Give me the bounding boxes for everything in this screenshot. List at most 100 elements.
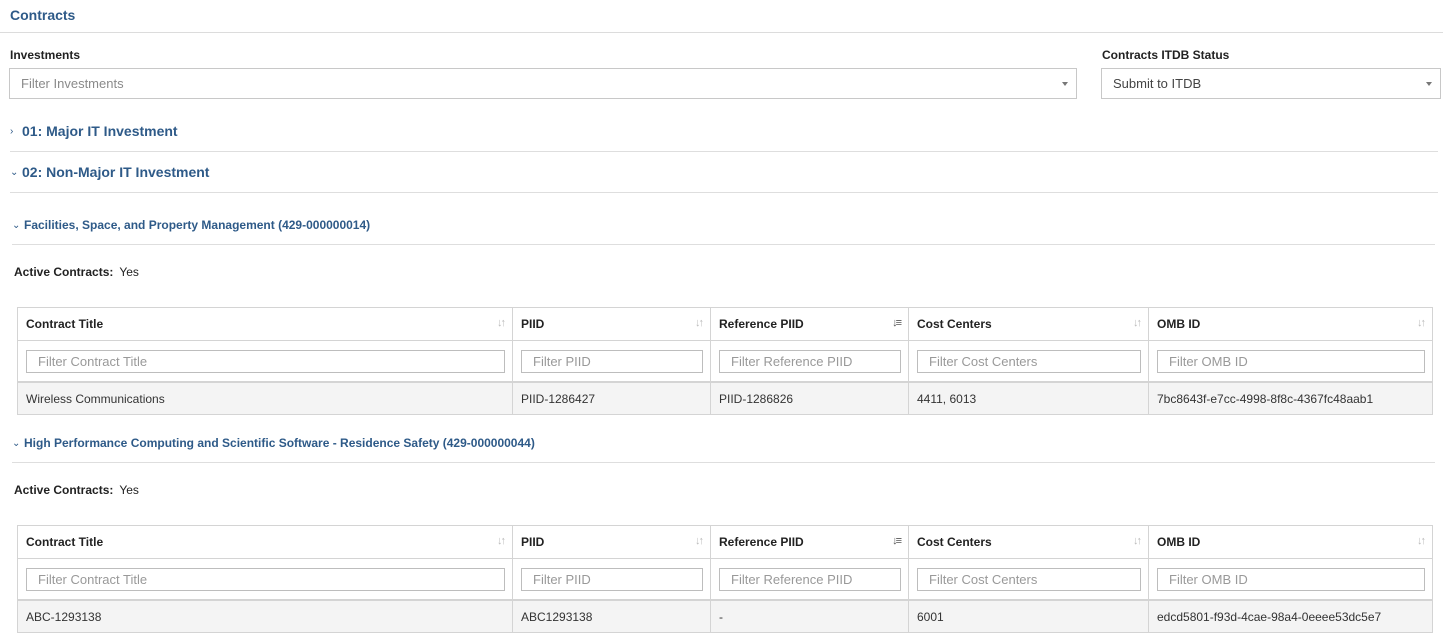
group-label: 01: Major IT Investment xyxy=(22,123,178,139)
column-header-reference-piid[interactable]: Reference PIID ↓≡ xyxy=(711,308,909,340)
sort-icon[interactable]: ↓↑ xyxy=(1133,535,1142,547)
filter-omb-id-input[interactable] xyxy=(1157,567,1425,591)
column-label: Reference PIID xyxy=(719,535,804,549)
sort-descending-icon[interactable]: ↓≡ xyxy=(892,535,902,547)
cell-omb-id: 7bc8643f-e7cc-4998-8f8c-4367fc48aab1 xyxy=(1149,383,1432,414)
filter-cell xyxy=(1149,341,1432,381)
filter-contract-title-input[interactable] xyxy=(26,567,505,591)
status-select[interactable]: Submit to ITDB xyxy=(1101,68,1441,99)
chevron-down-icon xyxy=(1426,82,1432,86)
filter-cell xyxy=(711,559,909,599)
section-facilities[interactable]: ⌄ Facilities, Space, and Property Manage… xyxy=(12,218,370,232)
chevron-down-icon: ⌄ xyxy=(10,166,19,178)
cell-contract-title: Wireless Communications xyxy=(18,383,513,414)
investments-filter-select[interactable]: Filter Investments xyxy=(9,68,1077,99)
cell-reference-piid: PIID-1286826 xyxy=(711,383,909,414)
filter-reference-piid-input[interactable] xyxy=(719,567,901,591)
group-label: 02: Non-Major IT Investment xyxy=(22,164,210,180)
table-filter-row xyxy=(18,558,1432,601)
page-title: Contracts xyxy=(10,7,76,23)
column-header-omb-id[interactable]: OMB ID ↓↑ xyxy=(1149,308,1432,340)
column-header-contract-title[interactable]: Contract Title ↓↑ xyxy=(18,526,513,558)
filter-cell xyxy=(18,341,513,381)
column-label: Contract Title xyxy=(26,317,104,331)
status-label: Contracts ITDB Status xyxy=(1102,48,1230,62)
column-label: Contract Title xyxy=(26,535,104,549)
column-label: OMB ID xyxy=(1157,535,1201,549)
sort-icon[interactable]: ↓↑ xyxy=(695,317,704,329)
table-header-row: Contract Title ↓↑ PIID ↓↑ Reference PIID ↓≡… xyxy=(18,308,1432,340)
filter-cell xyxy=(18,559,513,599)
active-contracts-value: Yes xyxy=(119,483,139,497)
filter-cost-centers-input[interactable] xyxy=(917,567,1141,591)
cell-piid: PIID-1286427 xyxy=(513,383,711,414)
status-select-value: Submit to ITDB xyxy=(1113,76,1202,91)
cell-cost-centers: 4411, 6013 xyxy=(909,383,1149,414)
column-label: Cost Centers xyxy=(917,535,992,549)
sort-icon[interactable]: ↓↑ xyxy=(695,535,704,547)
chevron-down-icon: ⌄ xyxy=(12,219,21,231)
chevron-down-icon xyxy=(1062,82,1068,86)
active-contracts: Active Contracts: Yes xyxy=(14,265,139,279)
contracts-table: Contract Title ↓↑ PIID ↓↑ Reference PIID ↓≡… xyxy=(17,307,1433,415)
contracts-table: Contract Title ↓↑ PIID ↓↑ Reference PIID ↓≡… xyxy=(17,525,1433,633)
title-divider xyxy=(0,32,1443,33)
chevron-right-icon: › xyxy=(10,125,14,137)
cell-reference-piid: - xyxy=(711,601,909,632)
column-label: PIID xyxy=(521,317,545,331)
column-header-piid[interactable]: PIID ↓↑ xyxy=(513,308,711,340)
column-header-cost-centers[interactable]: Cost Centers ↓↑ xyxy=(909,308,1149,340)
divider xyxy=(12,244,1435,245)
group-major-it[interactable]: › 01: Major IT Investment xyxy=(10,123,178,139)
section-title: High Performance Computing and Scientifi… xyxy=(24,436,535,450)
filter-reference-piid-input[interactable] xyxy=(719,349,901,373)
cell-omb-id: edcd5801-f93d-4cae-98a4-0eeee53dc5e7 xyxy=(1149,601,1432,632)
active-contracts-label: Active Contracts: xyxy=(14,483,114,497)
table-filter-row xyxy=(18,340,1432,383)
table-header-row: Contract Title ↓↑ PIID ↓↑ Reference PIID ↓≡… xyxy=(18,526,1432,558)
column-header-omb-id[interactable]: OMB ID ↓↑ xyxy=(1149,526,1432,558)
divider xyxy=(12,462,1435,463)
filter-omb-id-input[interactable] xyxy=(1157,349,1425,373)
column-label: OMB ID xyxy=(1157,317,1201,331)
sort-icon[interactable]: ↓↑ xyxy=(497,317,506,329)
column-header-reference-piid[interactable]: Reference PIID ↓≡ xyxy=(711,526,909,558)
filter-cell xyxy=(909,559,1149,599)
filter-cost-centers-input[interactable] xyxy=(917,349,1141,373)
filter-cell xyxy=(1149,559,1432,599)
active-contracts-value: Yes xyxy=(119,265,139,279)
divider xyxy=(10,151,1438,152)
column-header-contract-title[interactable]: Contract Title ↓↑ xyxy=(18,308,513,340)
column-label: PIID xyxy=(521,535,545,549)
sort-icon[interactable]: ↓↑ xyxy=(1417,317,1426,329)
column-header-cost-centers[interactable]: Cost Centers ↓↑ xyxy=(909,526,1149,558)
sort-descending-icon[interactable]: ↓≡ xyxy=(892,317,902,329)
investments-label: Investments xyxy=(10,48,81,62)
table-row[interactable]: ABC-1293138 ABC1293138 - 6001 edcd5801-f… xyxy=(18,601,1432,632)
column-header-piid[interactable]: PIID ↓↑ xyxy=(513,526,711,558)
column-label: Cost Centers xyxy=(917,317,992,331)
sort-icon[interactable]: ↓↑ xyxy=(1133,317,1142,329)
filter-piid-input[interactable] xyxy=(521,567,703,591)
cell-contract-title: ABC-1293138 xyxy=(18,601,513,632)
divider xyxy=(10,192,1438,193)
chevron-down-icon: ⌄ xyxy=(12,437,21,449)
column-label: Reference PIID xyxy=(719,317,804,331)
active-contracts: Active Contracts: Yes xyxy=(14,483,139,497)
section-title: Facilities, Space, and Property Manageme… xyxy=(24,218,371,232)
cell-cost-centers: 6001 xyxy=(909,601,1149,632)
section-hpc-scientific-software[interactable]: ⌄ High Performance Computing and Scienti… xyxy=(12,436,535,450)
filter-piid-input[interactable] xyxy=(521,349,703,373)
investments-filter-placeholder: Filter Investments xyxy=(21,76,124,91)
filter-cell xyxy=(711,341,909,381)
table-row[interactable]: Wireless Communications PIID-1286427 PII… xyxy=(18,383,1432,414)
filter-contract-title-input[interactable] xyxy=(26,349,505,373)
filter-cell xyxy=(513,559,711,599)
filter-cell xyxy=(909,341,1149,381)
active-contracts-label: Active Contracts: xyxy=(14,265,114,279)
group-non-major-it[interactable]: ⌄ 02: Non-Major IT Investment xyxy=(10,164,209,180)
sort-icon[interactable]: ↓↑ xyxy=(497,535,506,547)
cell-piid: ABC1293138 xyxy=(513,601,711,632)
filter-cell xyxy=(513,341,711,381)
sort-icon[interactable]: ↓↑ xyxy=(1417,535,1426,547)
